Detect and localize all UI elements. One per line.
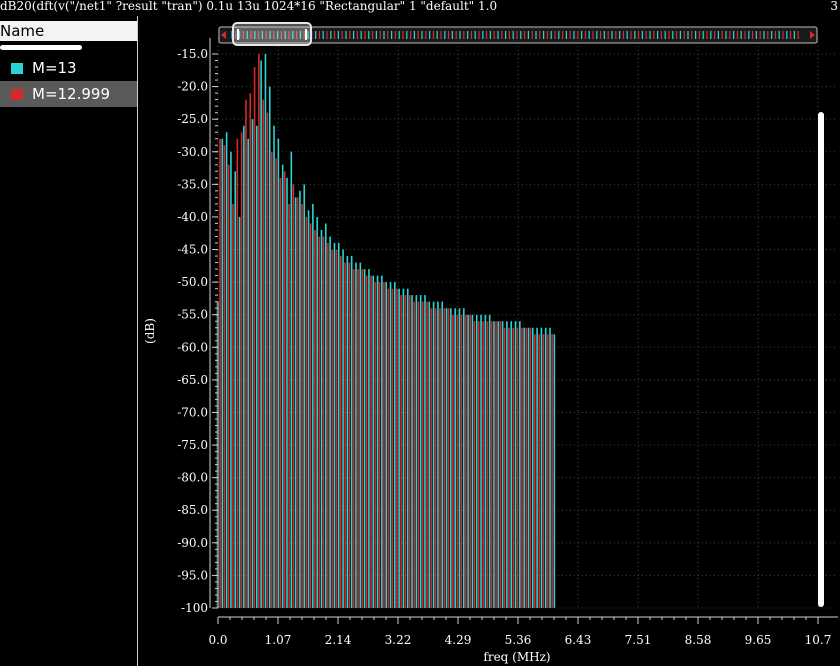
y-tick-label: -90.0 bbox=[177, 536, 208, 550]
x-tick-label: 1.07 bbox=[265, 633, 292, 647]
y-tick-label: -70.0 bbox=[177, 405, 208, 419]
y-tick-label: -15.0 bbox=[177, 47, 208, 61]
y-tick-label: -20.0 bbox=[177, 80, 208, 94]
x-tick-label: 7.51 bbox=[625, 633, 652, 647]
x-tick-label: 6.43 bbox=[565, 633, 592, 647]
x-tick-label: 2.14 bbox=[325, 633, 352, 647]
y-tick-label: -45.0 bbox=[177, 243, 208, 257]
y-axis-label: (dB) bbox=[143, 318, 157, 344]
scroller-thumb bbox=[232, 22, 312, 46]
y-tick-label: -40.0 bbox=[177, 210, 208, 224]
x-tick-label: 4.29 bbox=[445, 633, 472, 647]
spectrum-plot[interactable]: -15.0 -20.0 -25.0 -30.0 -35.0 -40.0 -45.0 -50.0… bbox=[0, 0, 840, 666]
x-tick-label: 5.36 bbox=[505, 633, 532, 647]
y-tick-label: -85.0 bbox=[177, 503, 208, 517]
y-tick-label: -30.0 bbox=[177, 145, 208, 159]
x-tick-label: 10.7 bbox=[805, 633, 832, 647]
vertical-scrollbar[interactable] bbox=[818, 112, 824, 607]
spectrum-bars bbox=[216, 54, 556, 608]
y-tick-label: -65.0 bbox=[177, 373, 208, 387]
y-tick-label: -100 bbox=[181, 601, 208, 615]
x-tick-label: 9.65 bbox=[745, 633, 772, 647]
y-tick-label: -35.0 bbox=[177, 177, 208, 191]
y-tick-label: -95.0 bbox=[177, 568, 208, 582]
y-tick-label: -25.0 bbox=[177, 112, 208, 126]
y-tick-label: -55.0 bbox=[177, 308, 208, 322]
x-tick-label: 0.0 bbox=[208, 633, 227, 647]
x-tick-label: 3.22 bbox=[385, 633, 412, 647]
x-axis-label: freq (MHz) bbox=[483, 650, 550, 664]
y-tick-label: -75.0 bbox=[177, 438, 208, 452]
y-tick-label: -80.0 bbox=[177, 471, 208, 485]
y-tick-label: -50.0 bbox=[177, 275, 208, 289]
x-tick-label: 8.58 bbox=[685, 633, 712, 647]
overview-scroller[interactable] bbox=[218, 22, 818, 46]
y-tick-label: -60.0 bbox=[177, 340, 208, 354]
